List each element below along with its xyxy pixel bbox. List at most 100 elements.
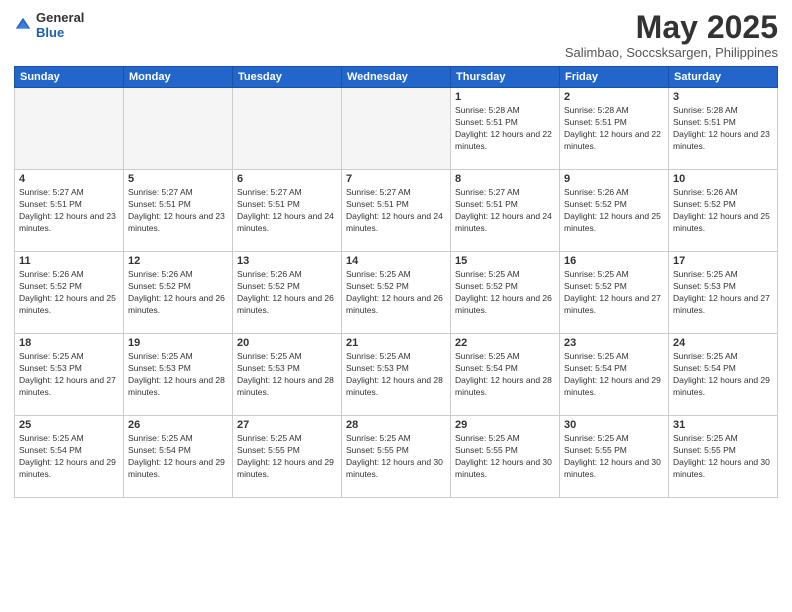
calendar-cell: 2 Sunrise: 5:28 AMSunset: 5:51 PMDaylight… (560, 88, 669, 170)
day-info: Sunrise: 5:27 AMSunset: 5:51 PMDaylight:… (128, 187, 228, 235)
calendar-cell: 17 Sunrise: 5:25 AMSunset: 5:53 PMDayligh… (669, 252, 778, 334)
calendar-cell (342, 88, 451, 170)
calendar-cell: 24 Sunrise: 5:25 AMSunset: 5:54 PMDayligh… (669, 334, 778, 416)
day-number: 15 (455, 255, 555, 267)
day-info: Sunrise: 5:25 AMSunset: 5:54 PMDaylight:… (564, 351, 664, 399)
day-number: 11 (19, 255, 119, 267)
day-number: 28 (346, 419, 446, 431)
calendar-cell: 26 Sunrise: 5:25 AMSunset: 5:54 PMDayligh… (124, 416, 233, 498)
calendar-cell: 13Sunrise: 5:26 AMSunset: 5:52 PMDayligh… (233, 252, 342, 334)
day-info: Sunrise: 5:25 AMSunset: 5:55 PMDaylight:… (673, 433, 773, 481)
day-number: 26 (128, 419, 228, 431)
logo: General Blue (14, 10, 84, 40)
day-info: Sunrise: 5:27 AMSunset: 5:51 PMDaylight:… (19, 187, 119, 235)
calendar-cell: 10 Sunrise: 5:26 AMSunset: 5:52 PMDayligh… (669, 170, 778, 252)
day-number: 31 (673, 419, 773, 431)
calendar-cell: 5 Sunrise: 5:27 AMSunset: 5:51 PMDaylight… (124, 170, 233, 252)
calendar-cell: 31 Sunrise: 5:25 AMSunset: 5:55 PMDayligh… (669, 416, 778, 498)
month-title: May 2025 (565, 10, 778, 45)
calendar-cell: 15 Sunrise: 5:25 AMSunset: 5:52 PMDayligh… (451, 252, 560, 334)
day-number: 1 (455, 91, 555, 103)
day-number: 29 (455, 419, 555, 431)
day-number: 10 (673, 173, 773, 185)
calendar: SundayMondayTuesdayWednesdayThursdayFrid… (14, 66, 778, 498)
day-info: Sunrise: 5:25 AMSunset: 5:55 PMDaylight:… (346, 433, 446, 481)
calendar-week-row: 1 Sunrise: 5:28 AMSunset: 5:51 PMDaylight… (15, 88, 778, 170)
calendar-week-row: 4 Sunrise: 5:27 AMSunset: 5:51 PMDaylight… (15, 170, 778, 252)
calendar-cell: 3 Sunrise: 5:28 AMSunset: 5:51 PMDaylight… (669, 88, 778, 170)
calendar-header-row: SundayMondayTuesdayWednesdayThursdayFrid… (15, 67, 778, 88)
weekday-header: Saturday (669, 67, 778, 88)
day-number: 12 (128, 255, 228, 267)
day-number: 18 (19, 337, 119, 349)
location: Salimbao, Soccsksargen, Philippines (565, 45, 778, 60)
day-number: 14 (346, 255, 446, 267)
day-number: 9 (564, 173, 664, 185)
day-number: 4 (19, 173, 119, 185)
calendar-cell: 19Sunrise: 5:25 AMSunset: 5:53 PMDayligh… (124, 334, 233, 416)
day-info: Sunrise: 5:25 AMSunset: 5:52 PMDaylight:… (564, 269, 664, 317)
weekday-header: Monday (124, 67, 233, 88)
calendar-cell (233, 88, 342, 170)
weekday-header: Tuesday (233, 67, 342, 88)
calendar-cell: 20 Sunrise: 5:25 AMSunset: 5:53 PMDayligh… (233, 334, 342, 416)
day-info: Sunrise: 5:28 AMSunset: 5:51 PMDaylight:… (673, 105, 773, 153)
day-info: Sunrise: 5:26 AMSunset: 5:52 PMDaylight:… (564, 187, 664, 235)
day-number: 24 (673, 337, 773, 349)
day-info: Sunrise: 5:25 AMSunset: 5:53 PMDaylight:… (19, 351, 119, 399)
calendar-cell: 6 Sunrise: 5:27 AMSunset: 5:51 PMDaylight… (233, 170, 342, 252)
day-number: 2 (564, 91, 664, 103)
logo-text: General Blue (36, 10, 84, 40)
calendar-cell: 28 Sunrise: 5:25 AMSunset: 5:55 PMDayligh… (342, 416, 451, 498)
calendar-cell: 1Sunrise: 5:28 AMSunset: 5:51 PMDaylight… (451, 88, 560, 170)
day-number: 20 (237, 337, 337, 349)
weekday-header: Wednesday (342, 67, 451, 88)
day-info: Sunrise: 5:25 AMSunset: 5:55 PMDaylight:… (564, 433, 664, 481)
calendar-week-row: 18 Sunrise: 5:25 AMSunset: 5:53 PMDayligh… (15, 334, 778, 416)
title-area: May 2025 Salimbao, Soccsksargen, Philipp… (565, 10, 778, 60)
calendar-cell: 23 Sunrise: 5:25 AMSunset: 5:54 PMDayligh… (560, 334, 669, 416)
day-number: 13 (237, 255, 337, 267)
calendar-week-row: 11 Sunrise: 5:26 AMSunset: 5:52 PMDayligh… (15, 252, 778, 334)
day-info: Sunrise: 5:25 AMSunset: 5:54 PMDaylight:… (455, 351, 555, 399)
day-number: 22 (455, 337, 555, 349)
calendar-cell: 14 Sunrise: 5:25 AMSunset: 5:52 PMDayligh… (342, 252, 451, 334)
day-number: 17 (673, 255, 773, 267)
day-info: Sunrise: 5:25 AMSunset: 5:52 PMDaylight:… (455, 269, 555, 317)
day-info: Sunrise: 5:25 AMSunset: 5:52 PMDaylight:… (346, 269, 446, 317)
day-info: Sunrise: 5:25 AMSunset: 5:53 PMDaylight:… (673, 269, 773, 317)
day-info: Sunrise: 5:25 AMSunset: 5:53 PMDaylight:… (128, 351, 228, 399)
day-number: 5 (128, 173, 228, 185)
logo-icon (14, 16, 32, 34)
logo-blue: Blue (36, 25, 84, 40)
day-number: 27 (237, 419, 337, 431)
day-number: 23 (564, 337, 664, 349)
day-number: 16 (564, 255, 664, 267)
day-info: Sunrise: 5:25 AMSunset: 5:54 PMDaylight:… (128, 433, 228, 481)
day-info: Sunrise: 5:27 AMSunset: 5:51 PMDaylight:… (455, 187, 555, 235)
calendar-cell: 11 Sunrise: 5:26 AMSunset: 5:52 PMDayligh… (15, 252, 124, 334)
day-number: 7 (346, 173, 446, 185)
day-info: Sunrise: 5:26 AMSunset: 5:52 PMDaylight:… (673, 187, 773, 235)
day-info: Sunrise: 5:26 AMSunset: 5:52 PMDaylight:… (128, 269, 228, 317)
day-info: Sunrise: 5:26 AMSunset: 5:52 PMDaylight:… (19, 269, 119, 317)
day-info: Sunrise: 5:28 AMSunset: 5:51 PMDaylight:… (564, 105, 664, 153)
calendar-cell: 29Sunrise: 5:25 AMSunset: 5:55 PMDayligh… (451, 416, 560, 498)
day-info: Sunrise: 5:27 AMSunset: 5:51 PMDaylight:… (237, 187, 337, 235)
calendar-cell: 25Sunrise: 5:25 AMSunset: 5:54 PMDayligh… (15, 416, 124, 498)
day-info: Sunrise: 5:25 AMSunset: 5:53 PMDaylight:… (237, 351, 337, 399)
day-number: 6 (237, 173, 337, 185)
day-number: 8 (455, 173, 555, 185)
day-number: 30 (564, 419, 664, 431)
day-number: 3 (673, 91, 773, 103)
day-info: Sunrise: 5:25 AMSunset: 5:54 PMDaylight:… (673, 351, 773, 399)
header: General Blue May 2025 Salimbao, Soccsksa… (14, 10, 778, 60)
weekday-header: Sunday (15, 67, 124, 88)
calendar-cell (124, 88, 233, 170)
day-number: 21 (346, 337, 446, 349)
calendar-week-row: 25 Sunrise: 5:25 AMSunset: 5:54 PMDayligh… (15, 416, 778, 498)
day-info: Sunrise: 5:25 AMSunset: 5:55 PMDaylight:… (237, 433, 337, 481)
calendar-cell: 30 Sunrise: 5:25 AMSunset: 5:55 PMDayligh… (560, 416, 669, 498)
day-number: 25 (19, 419, 119, 431)
weekday-header: Thursday (451, 67, 560, 88)
